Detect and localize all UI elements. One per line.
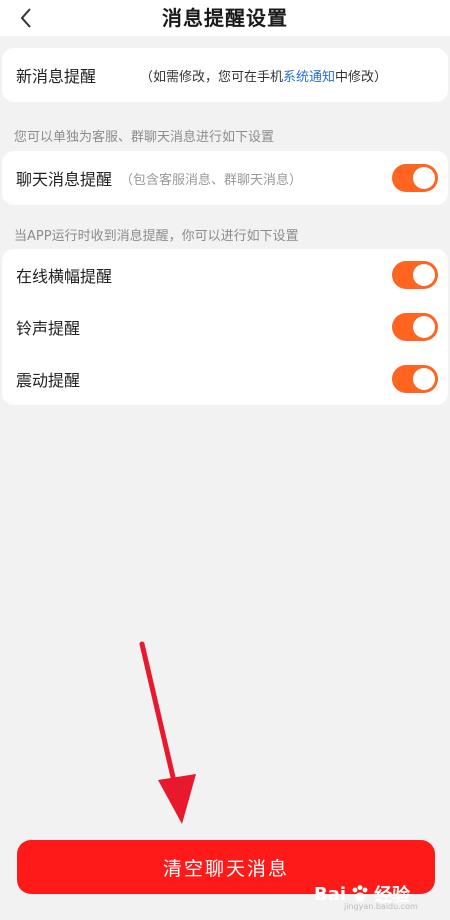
vibration-reminder-label: 震动提醒	[16, 371, 81, 390]
toggle-knob	[413, 316, 435, 338]
new-message-desc: （如需修改，您可在手机系统通知中修改）	[140, 66, 387, 85]
ringtone-reminder-label: 铃声提醒	[16, 319, 81, 338]
toggle-knob	[413, 368, 435, 390]
chat-reminder-desc: （包含客服消息、群聊天消息）	[120, 172, 303, 188]
chat-reminder-toggle[interactable]	[392, 164, 438, 192]
banner-reminder-toggle[interactable]	[392, 261, 438, 289]
in-app-settings-card: 在线横幅提醒 铃声提醒 震动提醒	[2, 249, 448, 405]
new-message-row: 新消息提醒 （如需修改，您可在手机系统通知中修改）	[2, 49, 448, 101]
new-message-desc-prefix: （如需修改，您可在手机	[140, 69, 284, 85]
chat-reminder-row: 聊天消息提醒 （包含客服消息、群聊天消息）	[2, 152, 448, 204]
top-bar: 消息提醒设置	[0, 0, 450, 36]
paw-icon	[352, 885, 368, 902]
vibration-reminder-row: 震动提醒	[2, 353, 448, 405]
chat-reminder-label: 聊天消息提醒	[16, 170, 113, 189]
annotation-arrow-icon	[139, 641, 196, 824]
page-title: 消息提醒设置	[162, 6, 288, 30]
watermark-brand: Bai	[314, 883, 347, 905]
system-notification-link[interactable]: 系统通知	[283, 70, 335, 85]
banner-reminder-label: 在线横幅提醒	[16, 267, 113, 286]
ringtone-reminder-toggle[interactable]	[392, 313, 438, 341]
section2-hint: 当APP运行时收到消息提醒，你可以进行如下设置	[14, 229, 299, 244]
baidu-jingyan-watermark: Bai 经验 jingyan.baidu.com	[314, 872, 424, 916]
new-message-label: 新消息提醒	[16, 67, 97, 86]
toggle-knob	[413, 167, 435, 189]
banner-reminder-row: 在线横幅提醒	[2, 249, 448, 301]
chat-reminder-card: 聊天消息提醒 （包含客服消息、群聊天消息）	[2, 151, 448, 205]
ringtone-reminder-row: 铃声提醒	[2, 301, 448, 353]
watermark-url: jingyan.baidu.com	[344, 902, 418, 911]
vibration-reminder-toggle[interactable]	[392, 365, 438, 393]
section1-hint: 您可以单独为客服、群聊天消息进行如下设置	[14, 130, 275, 145]
new-message-card: 新消息提醒 （如需修改，您可在手机系统通知中修改）	[2, 48, 448, 102]
toggle-knob	[413, 264, 435, 286]
new-message-desc-suffix: 中修改）	[335, 69, 388, 85]
